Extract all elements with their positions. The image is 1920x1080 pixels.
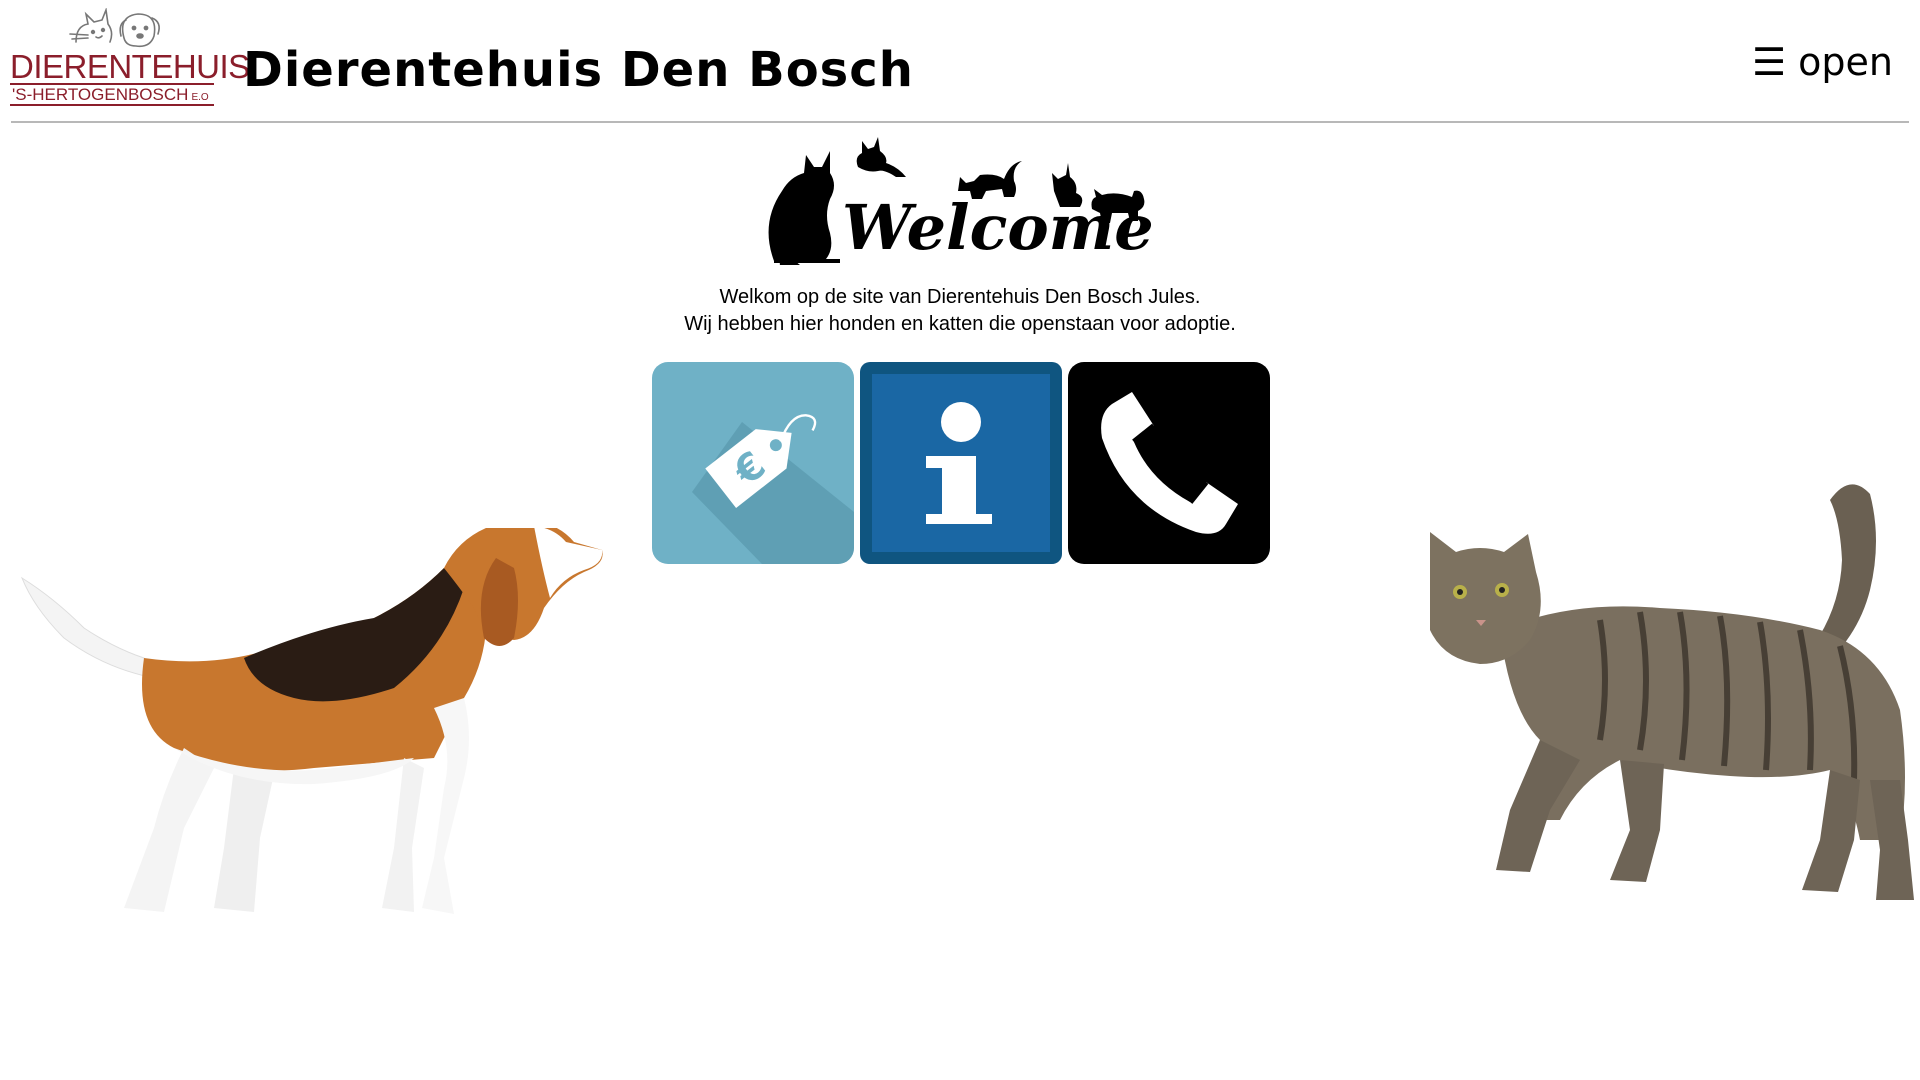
- price-tag-euro-icon: €: [652, 362, 854, 564]
- welcome-art-text: Welcome: [842, 191, 1154, 264]
- header-divider: [11, 121, 1909, 123]
- logo-name: DIERENTEHUIS: [10, 48, 250, 85]
- intro-line-2: Wij hebben hier honden en katten die ope…: [684, 313, 1236, 335]
- intro-line-1: Welkom op de site van Dierentehuis Den B…: [719, 286, 1201, 308]
- welcome-cats-banner: Welcome: [768, 137, 1154, 265]
- page: DIERENTEHUIS 'S-HERTOGENBOSCH E.O Dierent…: [0, 0, 1920, 1080]
- page-title: Dierentehuis Den Bosch: [243, 42, 914, 98]
- menu-open-button[interactable]: ☰ open: [1752, 38, 1893, 86]
- logo-rule-bottom: [10, 104, 214, 106]
- info-icon: [860, 362, 1062, 564]
- logo-suffix: E.O: [191, 92, 209, 103]
- cat-dog-logo-icon: [69, 8, 160, 48]
- phone-icon: [1068, 362, 1270, 564]
- header: DIERENTEHUIS 'S-HERTOGENBOSCH E.O Dierent…: [0, 0, 1920, 123]
- tabby-cat-image: [1430, 484, 1914, 900]
- contact-phone-tile-button[interactable]: [1068, 362, 1270, 564]
- prices-tile-button[interactable]: €: [652, 362, 854, 564]
- site-logo[interactable]: DIERENTEHUIS 'S-HERTOGENBOSCH E.O: [10, 8, 250, 106]
- logo-city: 'S-HERTOGENBOSCH: [12, 85, 189, 104]
- nav-tiles: €: [652, 362, 1270, 565]
- beagle-dog-image: [20, 528, 603, 914]
- info-tile-button[interactable]: [860, 362, 1062, 564]
- logo-subtitle: 'S-HERTOGENBOSCH E.O: [12, 86, 209, 103]
- intro-text: Welkom op de site van Dierentehuis Den B…: [560, 284, 1360, 338]
